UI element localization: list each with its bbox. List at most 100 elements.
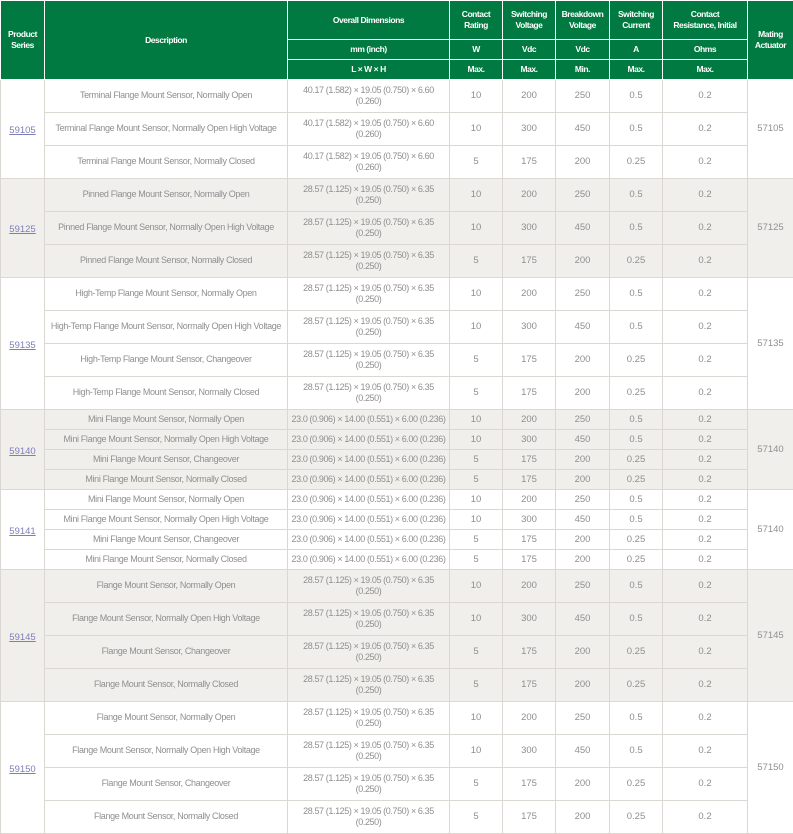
col-header-switching-current: Switching Current (610, 1, 663, 40)
table-row: Flange Mount Sensor, Normally Closed28.5… (1, 669, 793, 702)
contact-resistance-cell: 0.2 (663, 636, 748, 669)
dimensions-line: 40.17 (1.582) × 19.05 (0.750) × 6.60 (290, 85, 447, 96)
contact-rating-cell: 5 (450, 768, 503, 801)
breakdown-voltage-cell: 200 (556, 636, 610, 669)
breakdown-voltage-cell: 200 (556, 669, 610, 702)
product-series-link[interactable]: 59125 (9, 224, 35, 235)
description-cell: Flange Mount Sensor, Changeover (45, 636, 288, 669)
dimensions-line: (0.250) (290, 784, 447, 795)
switching-voltage-cell: 200 (503, 702, 556, 735)
dimensions-cell: 28.57 (1.125) × 19.05 (0.750) × 6.35(0.2… (288, 636, 450, 669)
dimensions-cell: 28.57 (1.125) × 19.05 (0.750) × 6.35(0.2… (288, 801, 450, 834)
mating-actuator-cell: 57145 (748, 570, 793, 702)
col-header-mating-actuator: Mating Actuator (748, 1, 793, 80)
switching-current-cell: 0.5 (610, 510, 663, 530)
mating-actuator-cell: 57105 (748, 80, 793, 179)
table-row: Terminal Flange Mount Sensor, Normally O… (1, 113, 793, 146)
col-limit-switching-voltage: Max. (503, 60, 556, 80)
description-cell: Flange Mount Sensor, Normally Open High … (45, 735, 288, 768)
table-row: Pinned Flange Mount Sensor, Normally Ope… (1, 212, 793, 245)
dimensions-line: 28.57 (1.125) × 19.05 (0.750) × 6.35 (290, 349, 447, 360)
product-spec-table: Product Series Description Overall Dimen… (0, 0, 793, 834)
contact-resistance-cell: 0.2 (663, 344, 748, 377)
col-header-product-series: Product Series (1, 1, 45, 80)
dimensions-cell: 23.0 (0.906) × 14.00 (0.551) × 6.00 (0.2… (288, 470, 450, 490)
switching-voltage-cell: 200 (503, 278, 556, 311)
switching-current-cell: 0.5 (610, 410, 663, 430)
switching-voltage-cell: 300 (503, 212, 556, 245)
contact-rating-cell: 10 (450, 490, 503, 510)
product-series-cell: 59125 (1, 179, 45, 278)
switching-voltage-cell: 175 (503, 344, 556, 377)
contact-rating-cell: 5 (450, 550, 503, 570)
dimensions-line: (0.250) (290, 652, 447, 663)
contact-resistance-cell: 0.2 (663, 179, 748, 212)
contact-resistance-cell: 0.2 (663, 603, 748, 636)
breakdown-voltage-cell: 200 (556, 344, 610, 377)
switching-current-cell: 0.25 (610, 550, 663, 570)
description-cell: Flange Mount Sensor, Normally Closed (45, 669, 288, 702)
table-row: Mini Flange Mount Sensor, Changeover23.0… (1, 530, 793, 550)
breakdown-voltage-cell: 450 (556, 603, 610, 636)
contact-resistance-cell: 0.2 (663, 80, 748, 113)
contact-resistance-cell: 0.2 (663, 212, 748, 245)
switching-voltage-cell: 175 (503, 450, 556, 470)
contact-rating-cell: 10 (450, 603, 503, 636)
dimensions-line: 23.0 (0.906) × 14.00 (0.551) × 6.00 (0.2… (290, 514, 447, 525)
col-unit-switching-current: A (610, 40, 663, 60)
breakdown-voltage-cell: 250 (556, 490, 610, 510)
dimensions-cell: 23.0 (0.906) × 14.00 (0.551) × 6.00 (0.2… (288, 430, 450, 450)
mating-actuator-cell: 57125 (748, 179, 793, 278)
contact-resistance-cell: 0.2 (663, 510, 748, 530)
product-series-link[interactable]: 59145 (9, 632, 35, 643)
breakdown-voltage-cell: 200 (556, 530, 610, 550)
product-series-link[interactable]: 59140 (9, 446, 35, 457)
switching-voltage-cell: 200 (503, 410, 556, 430)
description-cell: Flange Mount Sensor, Normally Open High … (45, 603, 288, 636)
dimensions-line: 28.57 (1.125) × 19.05 (0.750) × 6.35 (290, 316, 447, 327)
dimensions-line: 28.57 (1.125) × 19.05 (0.750) × 6.35 (290, 641, 447, 652)
dimensions-line: 28.57 (1.125) × 19.05 (0.750) × 6.35 (290, 184, 447, 195)
contact-rating-cell: 10 (450, 510, 503, 530)
contact-rating-cell: 5 (450, 669, 503, 702)
contact-rating-cell: 5 (450, 245, 503, 278)
switching-voltage-cell: 200 (503, 80, 556, 113)
table-row: Flange Mount Sensor, Normally Closed28.5… (1, 801, 793, 834)
contact-rating-cell: 5 (450, 530, 503, 550)
table-row: 59125Pinned Flange Mount Sensor, Normall… (1, 179, 793, 212)
contact-rating-cell: 5 (450, 450, 503, 470)
product-series-cell: 59145 (1, 570, 45, 702)
dimensions-cell: 28.57 (1.125) × 19.05 (0.750) × 6.35(0.2… (288, 669, 450, 702)
dimensions-cell: 28.57 (1.125) × 19.05 (0.750) × 6.35(0.2… (288, 344, 450, 377)
contact-resistance-cell: 0.2 (663, 278, 748, 311)
product-series-cell: 59135 (1, 278, 45, 410)
table-row: Mini Flange Mount Sensor, Normally Open … (1, 510, 793, 530)
breakdown-voltage-cell: 250 (556, 410, 610, 430)
dimensions-line: (0.250) (290, 751, 447, 762)
product-series-link[interactable]: 59150 (9, 764, 35, 775)
product-series-link[interactable]: 59141 (9, 526, 35, 537)
col-header-breakdown-voltage: Breakdown Voltage (556, 1, 610, 40)
description-cell: Flange Mount Sensor, Normally Closed (45, 801, 288, 834)
breakdown-voltage-cell: 250 (556, 702, 610, 735)
breakdown-voltage-cell: 450 (556, 212, 610, 245)
table-row: 59140Mini Flange Mount Sensor, Normally … (1, 410, 793, 430)
product-series-link[interactable]: 59105 (9, 125, 35, 136)
dimensions-line: (0.250) (290, 718, 447, 729)
contact-resistance-cell: 0.2 (663, 735, 748, 768)
dimensions-line: (0.250) (290, 261, 447, 272)
breakdown-voltage-cell: 200 (556, 550, 610, 570)
description-cell: High-Temp Flange Mount Sensor, Changeove… (45, 344, 288, 377)
dimensions-line: (0.250) (290, 817, 447, 828)
col-limit-breakdown-voltage: Min. (556, 60, 610, 80)
col-header-contact-resistance: Contact Resistance, Initial (663, 1, 748, 40)
product-series-cell: 59150 (1, 702, 45, 834)
table-row: Mini Flange Mount Sensor, Changeover23.0… (1, 450, 793, 470)
contact-rating-cell: 5 (450, 377, 503, 410)
switching-current-cell: 0.25 (610, 768, 663, 801)
contact-resistance-cell: 0.2 (663, 450, 748, 470)
product-series-cell: 59140 (1, 410, 45, 490)
product-series-link[interactable]: 59135 (9, 340, 35, 351)
col-header-overall-dimensions: Overall Dimensions (288, 1, 450, 40)
switching-current-cell: 0.5 (610, 113, 663, 146)
